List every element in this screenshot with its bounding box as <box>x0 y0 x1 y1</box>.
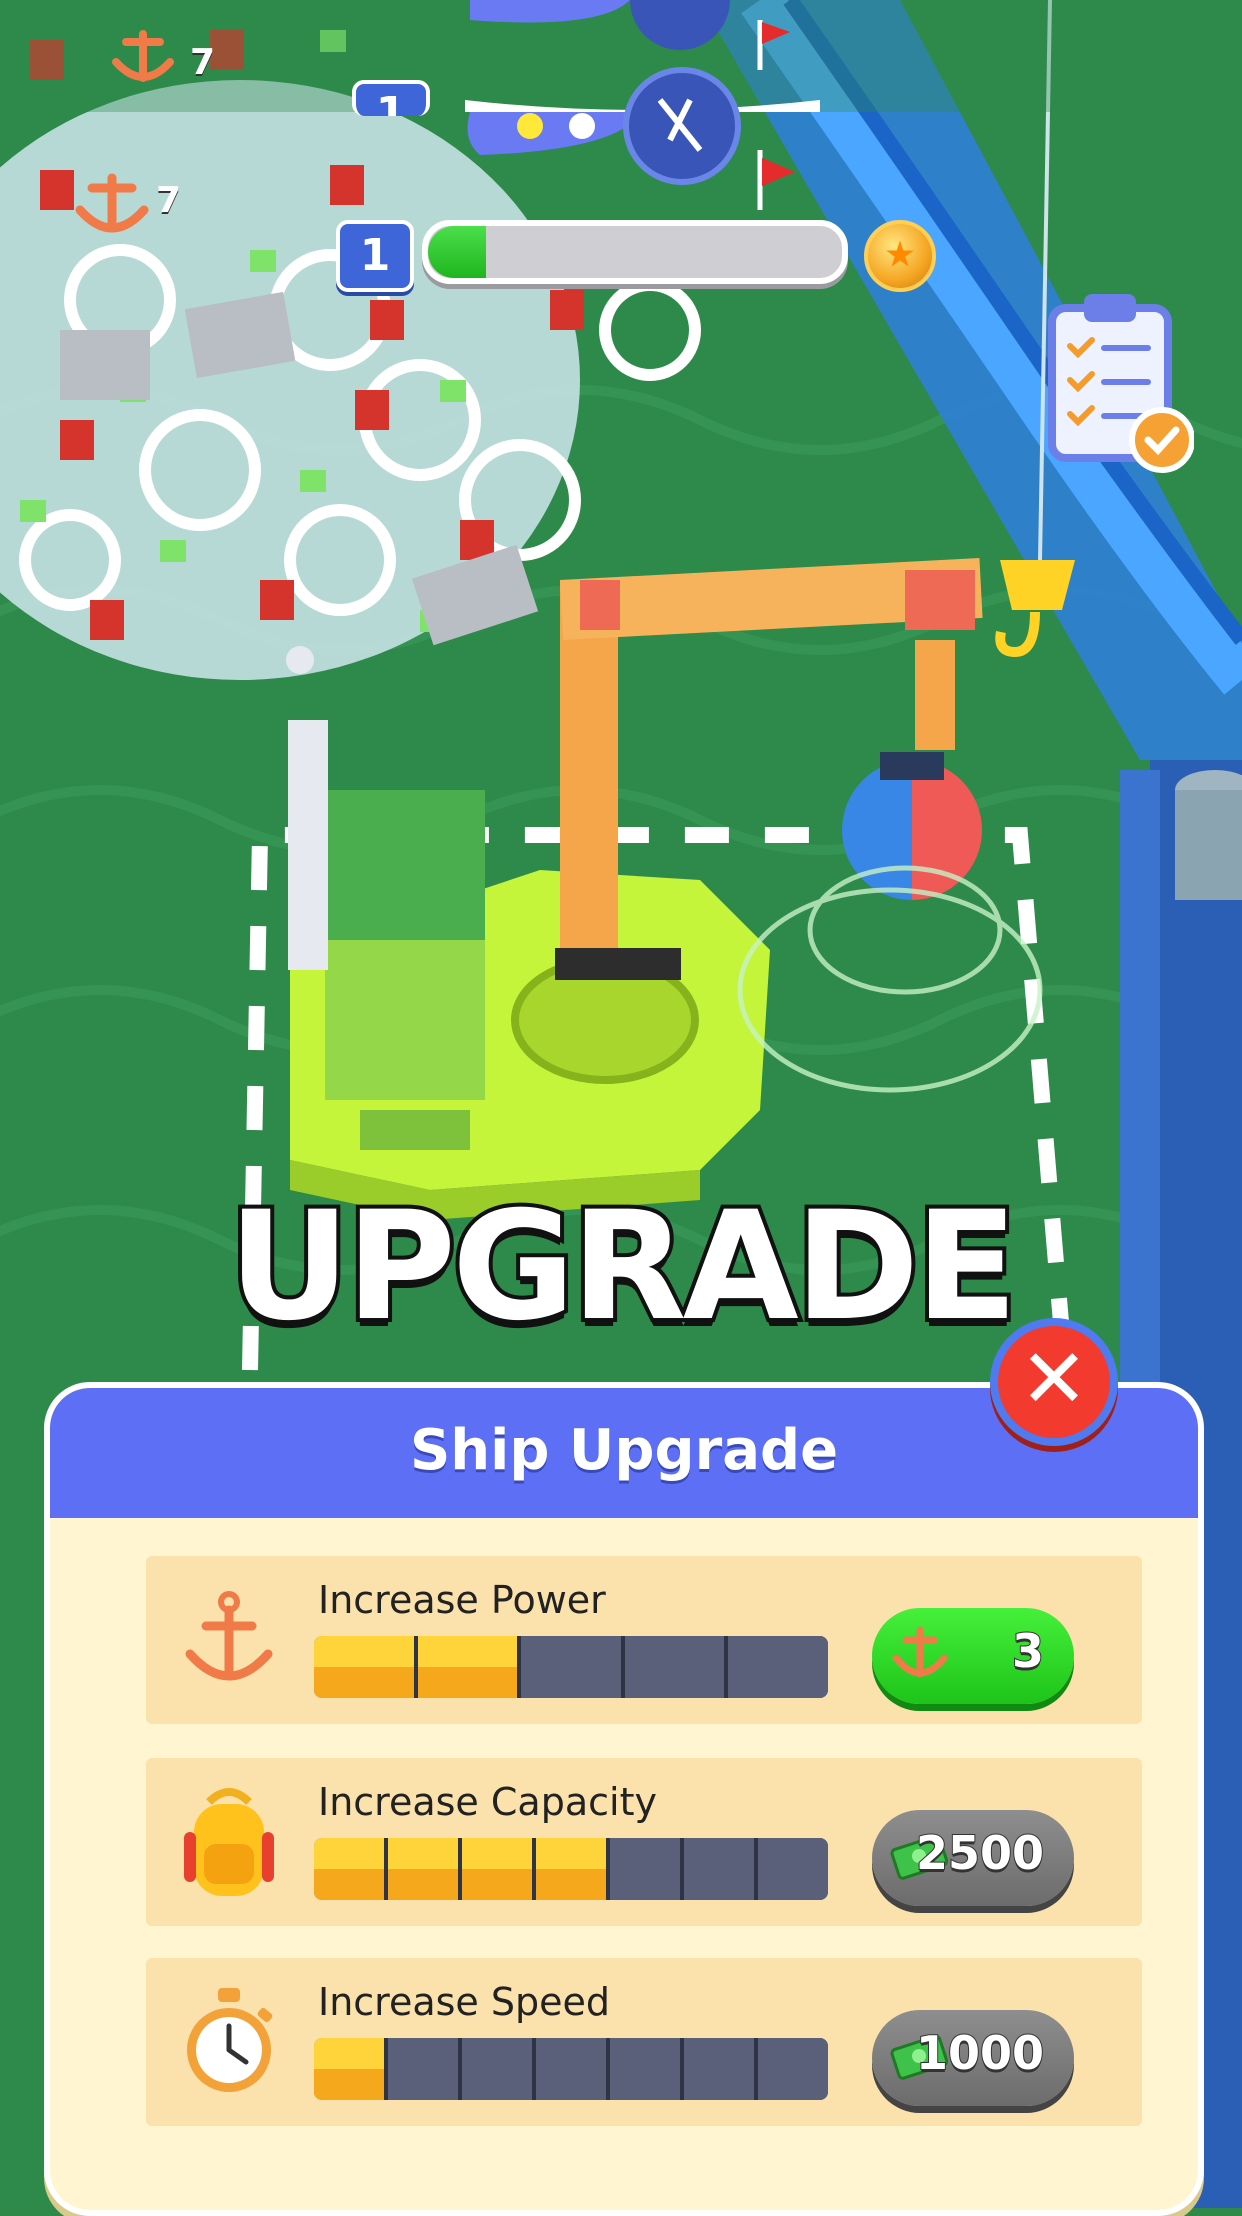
level-segment-empty <box>624 1636 729 1698</box>
upgrade-level-bar <box>314 1636 828 1698</box>
level-segment-filled <box>314 2038 388 2100</box>
anchor-count: 7 <box>156 180 182 221</box>
upgrade-row-capacity: Increase Capacity 2500 <box>146 1758 1142 1926</box>
anchor-icon <box>892 1626 948 1678</box>
level-segment-empty <box>536 2038 610 2100</box>
level-segment-empty <box>610 1838 684 1900</box>
buy-speed-button[interactable]: 1000 <box>872 2010 1074 2106</box>
upgrade-label: Increase Capacity <box>318 1780 657 1824</box>
upgrade-row-speed: Increase Speed 1000 <box>146 1958 1142 2126</box>
level-segment-empty <box>684 1838 758 1900</box>
level-progress-bar <box>422 220 848 284</box>
buy-power-cost: 3 <box>1011 1623 1045 1679</box>
level-segment-empty <box>684 2038 758 2100</box>
upgrade-row-power: Increase Power 3 <box>146 1556 1142 1724</box>
level-segment-empty <box>758 2038 828 2100</box>
level-segment-empty <box>758 1838 828 1900</box>
close-icon: ✕ <box>1019 1332 1089 1427</box>
coin-icon: ★ <box>864 220 936 292</box>
buy-speed-cost: 1000 <box>915 2025 1045 2081</box>
upgrade-label: Increase Power <box>318 1578 606 1622</box>
buy-capacity-cost: 2500 <box>915 1825 1045 1881</box>
level-segment-empty <box>462 2038 536 2100</box>
tasks-clipboard-button[interactable] <box>1044 288 1195 478</box>
hud-anchor-top <box>108 28 178 88</box>
hud-anchor-count-top: 7 <box>190 42 216 83</box>
stopwatch-icon <box>174 1982 284 2102</box>
level-segment-filled <box>417 1636 522 1698</box>
level-segment-empty <box>521 1636 625 1698</box>
level-segment-empty <box>728 1636 828 1698</box>
hud-level-badge-top: 1 <box>352 80 430 116</box>
upgrade-label: Increase Speed <box>318 1980 611 2024</box>
level-segment-filled <box>388 1838 462 1900</box>
level-segment-empty <box>610 2038 684 2100</box>
anchor-icon <box>174 1580 284 1700</box>
buy-capacity-button[interactable]: 2500 <box>872 1810 1074 1906</box>
level-progress-fill <box>428 226 486 278</box>
close-button[interactable]: ✕ <box>990 1318 1118 1446</box>
level-segment-filled <box>314 1838 388 1900</box>
level-badge: 1 <box>336 220 414 292</box>
level-segment-filled <box>314 1636 418 1698</box>
level-segment-filled <box>462 1838 536 1900</box>
clipboard-icon <box>1048 294 1195 473</box>
level-segment-empty <box>388 2038 462 2100</box>
upgrade-level-bar <box>314 1838 828 1900</box>
backpack-icon <box>174 1782 284 1902</box>
buy-power-button[interactable]: 3 <box>872 1608 1074 1704</box>
anchor-icon <box>72 170 152 240</box>
upgrade-level-bar <box>314 2038 828 2100</box>
level-segment-filled <box>536 1838 610 1900</box>
